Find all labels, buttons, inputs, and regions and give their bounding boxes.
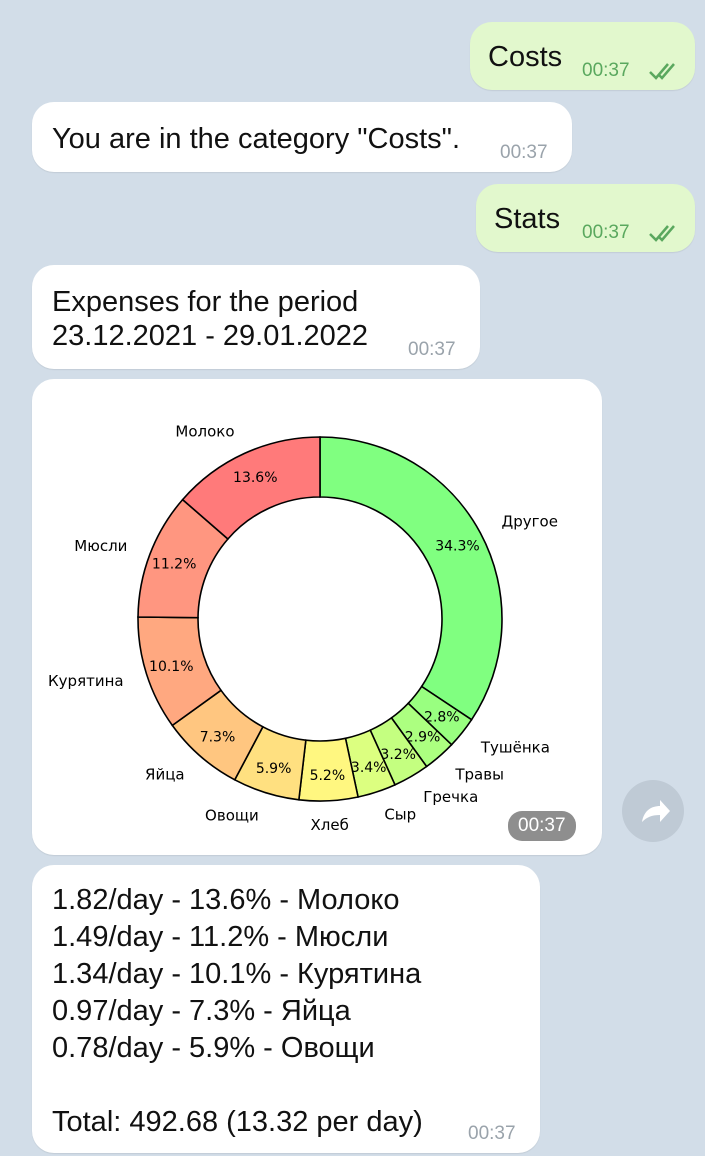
pie-category-label: Курятина: [48, 672, 124, 690]
pie-percent-label: 5.2%: [310, 768, 346, 784]
double-check-icon: [649, 63, 675, 80]
pie-category-label: Другое: [502, 513, 558, 531]
message-summary[interactable]: 1.82/day - 13.6% - Молоко 1.49/day - 11.…: [32, 865, 540, 1153]
message-text: You are in the category "Costs".: [52, 123, 461, 155]
pie-percent-label: 10.1%: [149, 659, 193, 675]
pie-category-label: Сыр: [384, 806, 416, 824]
double-check-icon: [649, 225, 675, 242]
period-dates: 23.12.2021 - 29.01.2022: [52, 320, 369, 352]
expenses-donut-chart[interactable]: 34.3%Другое2.8%Тушёнка2.9%Травы3.2%Гречк…: [32, 379, 602, 855]
pie-category-label: Молоко: [175, 423, 234, 441]
pie-category-label: Гречка: [423, 788, 478, 806]
message-text: Costs: [488, 41, 563, 73]
pie-category-label: Яйца: [145, 765, 185, 783]
pie-category-label: Травы: [454, 765, 504, 783]
pie-percent-label: 5.9%: [256, 761, 292, 777]
pie-category-label: Мюсли: [74, 537, 127, 555]
summary-line: 1.82/day - 13.6% - Молоко: [52, 884, 400, 916]
message-time: 00:37: [500, 142, 548, 163]
summary-line: 0.78/day - 5.9% - Овощи: [52, 1032, 375, 1064]
message-time: 00:37: [582, 60, 630, 81]
summary-line: 0.97/day - 7.3% - Яйца: [52, 995, 351, 1027]
pie-category-label: Овощи: [205, 807, 259, 825]
message-chart[interactable]: 34.3% Другое 2.8% Тушёнка 2.9% Травы 3.2% Гречк…: [32, 379, 602, 855]
pie-slice: [319, 436, 503, 721]
message-time: 00:37: [582, 222, 630, 243]
message-stats[interactable]: Stats 00:37: [476, 184, 695, 252]
message-category[interactable]: You are in the category "Costs". 00:37: [32, 102, 572, 172]
message-time: 00:37: [468, 1123, 516, 1144]
pie-percent-label: 7.3%: [200, 730, 236, 746]
summary-total: Total: 492.68 (13.32 per day): [52, 1106, 423, 1138]
pie-percent-label: 13.6%: [233, 470, 277, 486]
message-period[interactable]: Expenses for the period 23.12.2021 - 29.…: [32, 265, 480, 369]
message-time: 00:37: [408, 339, 456, 360]
pie-percent-label: 3.4%: [351, 760, 387, 776]
forward-arrow-icon: [642, 800, 670, 822]
message-text: Stats: [494, 203, 561, 235]
pie-percent-label: 34.3%: [435, 538, 479, 554]
pie-percent-label: 11.2%: [152, 557, 196, 573]
message-costs[interactable]: Costs 00:37: [470, 22, 695, 90]
summary-line: 1.49/day - 11.2% - Мюсли: [52, 921, 389, 953]
summary-line: 1.34/day - 10.1% - Курятина: [52, 958, 422, 990]
pie-category-label: Хлеб: [311, 816, 349, 834]
period-title: Expenses for the period: [52, 286, 359, 318]
forward-button[interactable]: [622, 780, 684, 842]
message-time: 00:37: [508, 811, 576, 841]
pie-category-label: Тушёнка: [480, 739, 550, 757]
